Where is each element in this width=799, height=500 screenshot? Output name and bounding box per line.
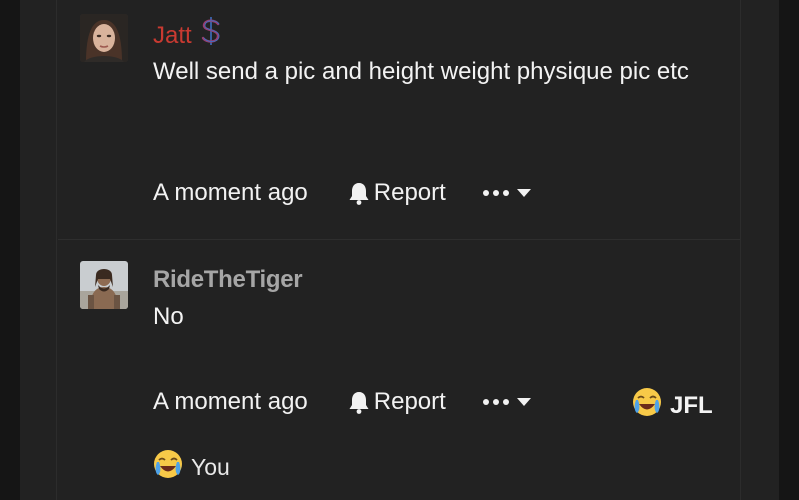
ellipsis-icon	[482, 190, 509, 196]
your-reaction[interactable]: You	[153, 449, 230, 485]
timestamp-link[interactable]: A moment ago	[153, 388, 308, 416]
bell-icon	[349, 183, 369, 205]
timestamp-link[interactable]: A moment ago	[153, 179, 308, 207]
report-label: Report	[373, 388, 446, 415]
author-name[interactable]: RideTheTiger	[153, 266, 303, 294]
reaction-summary-label: JFL	[670, 391, 713, 419]
ellipsis-icon	[482, 399, 509, 405]
report-button[interactable]: Report	[348, 388, 446, 416]
comment-actions: A moment ago Report	[153, 178, 532, 208]
avatar-woman-image	[80, 14, 128, 62]
crying-face-icon	[153, 449, 183, 485]
bell-icon	[349, 392, 369, 414]
reaction-summary[interactable]: JFL	[632, 387, 713, 424]
chevron-down-icon	[516, 189, 531, 197]
dollar-badge-icon	[198, 16, 224, 53]
avatar-warrior-image	[80, 261, 128, 309]
crying-face-icon	[632, 387, 662, 424]
report-label: Report	[373, 179, 446, 206]
report-button[interactable]: Report	[348, 179, 446, 207]
comment-message: Well send a pic and height weight physiq…	[153, 58, 689, 85]
your-reaction-label: You	[191, 453, 230, 480]
comment-message: No	[153, 303, 184, 330]
comment-actions: A moment ago Report	[153, 387, 532, 417]
chevron-down-icon	[516, 398, 531, 406]
author-name[interactable]: Jatt	[153, 17, 224, 53]
comment-divider	[58, 239, 740, 240]
avatar-jatt[interactable]	[80, 14, 128, 62]
more-options-button[interactable]	[482, 188, 532, 198]
thread-left-border	[56, 0, 57, 500]
avatar-ridethetiger[interactable]	[80, 261, 128, 309]
more-options-button[interactable]	[482, 397, 532, 407]
